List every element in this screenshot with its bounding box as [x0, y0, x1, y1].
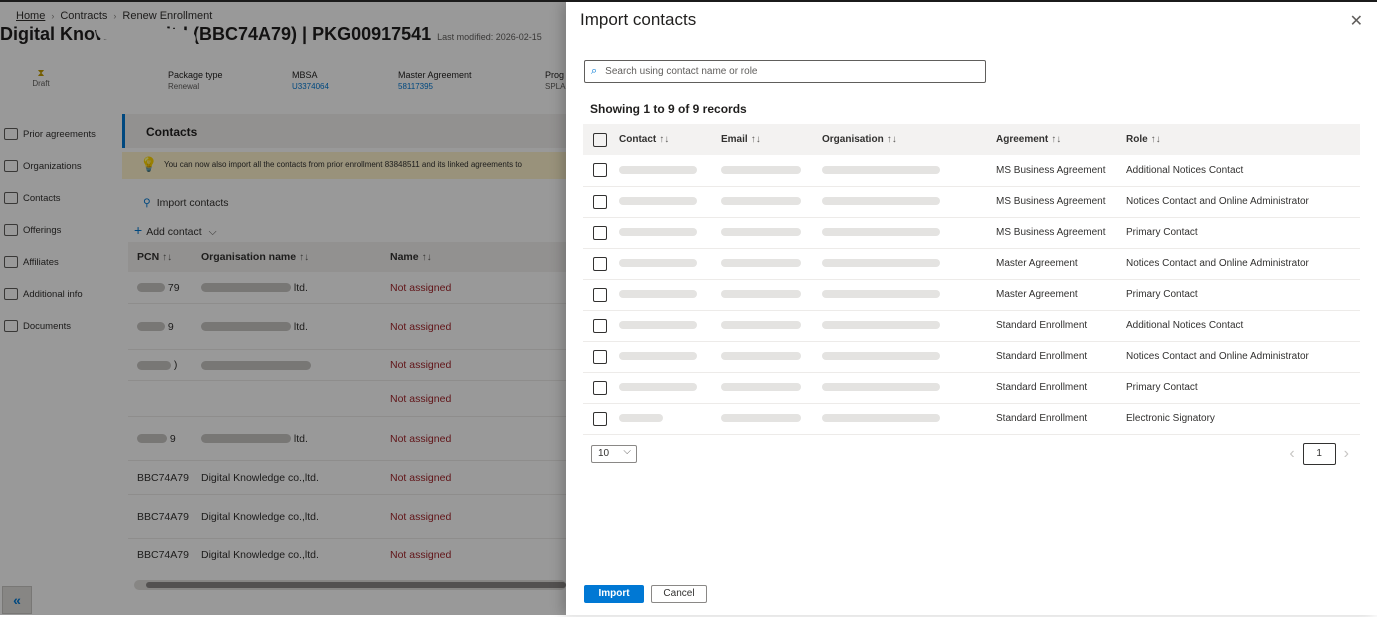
role-cell: Primary Contact — [1118, 279, 1360, 311]
table-row[interactable]: Standard Enrollment Additional Notices C… — [583, 310, 1360, 342]
role-cell: Notices Contact and Online Administrator — [1118, 186, 1360, 218]
redacted-email — [721, 228, 801, 237]
search-input[interactable] — [605, 66, 976, 77]
row-checkbox[interactable] — [593, 225, 607, 240]
row-checkbox[interactable] — [593, 163, 607, 178]
panel-title: Import contacts — [580, 10, 697, 29]
table-row[interactable]: Master Agreement Notices Contact and Onl… — [583, 248, 1360, 280]
redacted-organisation — [822, 166, 940, 175]
redacted-organisation — [822, 259, 940, 268]
role-cell: Additional Notices Contact — [1118, 155, 1360, 187]
chevron-down-icon: ⌵ — [623, 446, 631, 457]
column-header-contact[interactable]: Contact ↑↓ — [611, 124, 713, 155]
sort-icon: ↑↓ — [886, 134, 897, 145]
row-checkbox[interactable] — [593, 380, 607, 395]
column-header-role[interactable]: Role ↑↓ — [1118, 124, 1360, 155]
pagination: ‹ 1 › — [1281, 443, 1357, 465]
search-icon: ⌕ — [591, 65, 598, 77]
redacted-organisation — [822, 414, 940, 423]
current-page-input[interactable]: 1 — [1302, 443, 1336, 465]
row-checkbox[interactable] — [593, 318, 607, 333]
close-icon[interactable]: ✕ — [1350, 11, 1363, 31]
column-header-email[interactable]: Email ↑↓ — [713, 124, 814, 155]
redacted-organisation — [822, 383, 940, 392]
redacted-organisation — [822, 197, 940, 206]
role-cell: Primary Contact — [1118, 217, 1360, 249]
table-row[interactable]: MS Business Agreement Additional Notices… — [583, 155, 1360, 187]
redacted-email — [721, 259, 801, 268]
column-header-organisation[interactable]: Organisation ↑↓ — [814, 124, 988, 155]
redacted-contact — [619, 197, 697, 206]
redacted-contact — [619, 352, 697, 361]
row-checkbox[interactable] — [593, 194, 607, 209]
redacted-contact — [619, 414, 663, 423]
role-cell: Additional Notices Contact — [1118, 310, 1360, 342]
top-border — [0, 0, 1377, 2]
row-checkbox[interactable] — [593, 287, 607, 302]
redacted-organisation — [822, 290, 940, 299]
import-button[interactable]: Import — [584, 585, 644, 603]
redacted-contact — [619, 321, 697, 330]
sort-icon: ↑↓ — [659, 134, 670, 145]
table-row[interactable]: MS Business Agreement Primary Contact — [583, 217, 1360, 249]
redacted-email — [721, 290, 801, 299]
select-all-checkbox[interactable] — [593, 132, 607, 147]
contacts-import-table: Contact ↑↓ Email ↑↓ Organisation ↑↓ Agreeme… — [583, 124, 1360, 435]
agreement-cell: Master Agreement — [988, 279, 1118, 311]
redacted-contact — [619, 290, 697, 299]
import-contacts-panel: Import contacts ✕ ⌕ Showing 1 to 9 of 9 … — [566, 2, 1377, 615]
redacted-email — [721, 352, 801, 361]
role-cell: Notices Contact and Online Administrator — [1118, 341, 1360, 373]
redacted-organisation — [822, 321, 940, 330]
row-checkbox[interactable] — [593, 349, 607, 364]
column-header-agreement[interactable]: Agreement ↑↓ — [988, 124, 1118, 155]
agreement-cell: MS Business Agreement — [988, 186, 1118, 218]
redacted-email — [721, 197, 801, 206]
redacted-organisation — [822, 352, 940, 361]
table-row[interactable]: MS Business Agreement Notices Contact an… — [583, 186, 1360, 218]
select-all-cell — [583, 124, 611, 155]
records-count: Showing 1 to 9 of 9 records — [590, 102, 747, 116]
agreement-cell: Master Agreement — [988, 248, 1118, 280]
redacted-contact — [619, 259, 697, 268]
row-checkbox[interactable] — [593, 256, 607, 271]
row-checkbox[interactable] — [593, 411, 607, 426]
redacted-contact — [619, 383, 697, 392]
table-row[interactable]: Standard Enrollment Primary Contact — [583, 372, 1360, 404]
table-row[interactable]: Standard Enrollment Notices Contact and … — [583, 341, 1360, 373]
agreement-cell: MS Business Agreement — [988, 217, 1118, 249]
modal-overlay[interactable] — [0, 2, 566, 615]
redacted-email — [721, 166, 801, 175]
page-size-select[interactable]: 10 ⌵ — [591, 445, 637, 463]
table-row[interactable]: Master Agreement Primary Contact — [583, 279, 1360, 311]
agreement-cell: Standard Enrollment — [988, 341, 1118, 373]
page-size-value: 10 — [598, 448, 610, 459]
sort-icon: ↑↓ — [750, 134, 761, 145]
agreement-cell: Standard Enrollment — [988, 403, 1118, 435]
redacted-contact — [619, 166, 697, 175]
agreement-cell: MS Business Agreement — [988, 155, 1118, 187]
role-cell: Primary Contact — [1118, 372, 1360, 404]
agreement-cell: Standard Enrollment — [988, 310, 1118, 342]
role-cell: Notices Contact and Online Administrator — [1118, 248, 1360, 280]
sort-icon: ↑↓ — [1051, 134, 1062, 145]
table-header-row: Contact ↑↓ Email ↑↓ Organisation ↑↓ Agreeme… — [583, 124, 1360, 155]
agreement-cell: Standard Enrollment — [988, 372, 1118, 404]
role-cell: Electronic Signatory — [1118, 403, 1360, 435]
redacted-email — [721, 383, 801, 392]
redacted-email — [721, 321, 801, 330]
next-page-icon[interactable]: › — [1344, 445, 1349, 463]
sort-icon: ↑↓ — [1150, 134, 1161, 145]
redacted-organisation — [822, 228, 940, 237]
search-box[interactable]: ⌕ — [584, 60, 986, 83]
redacted-contact — [619, 228, 697, 237]
table-row[interactable]: Standard Enrollment Electronic Signatory — [583, 403, 1360, 435]
prev-page-icon[interactable]: ‹ — [1289, 445, 1294, 463]
cancel-button[interactable]: Cancel — [651, 585, 707, 603]
redacted-email — [721, 414, 801, 423]
